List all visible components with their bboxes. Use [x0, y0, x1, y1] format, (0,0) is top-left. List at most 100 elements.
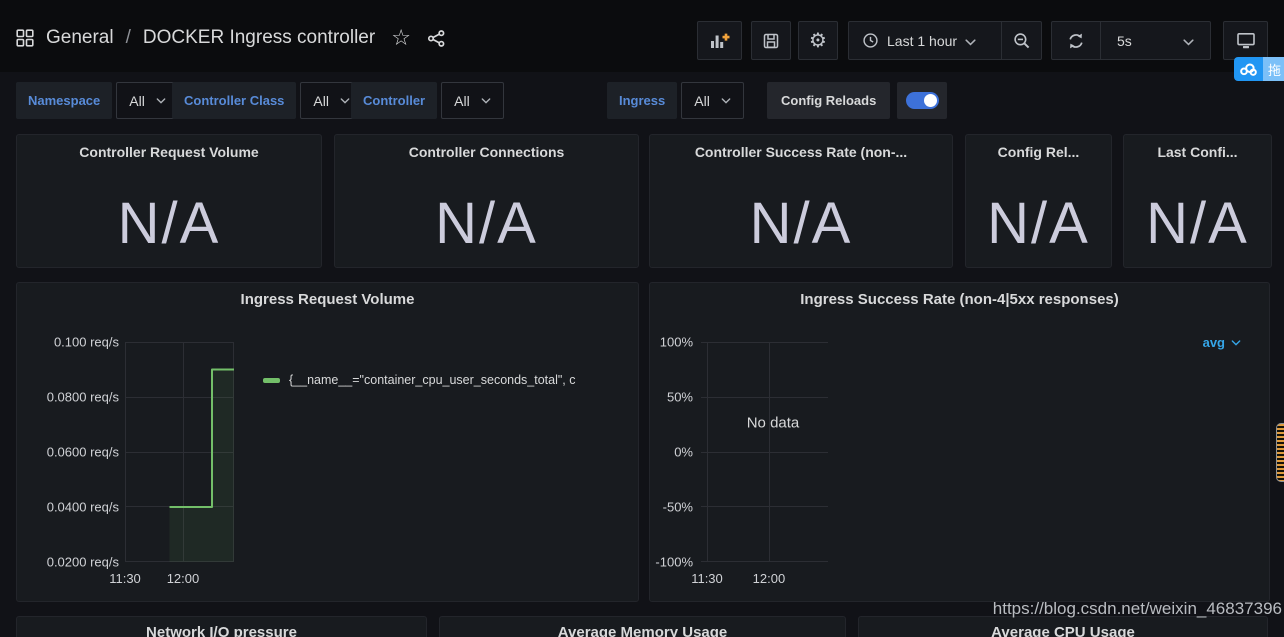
line-chart-canvas	[701, 342, 828, 562]
dashboard-settings-button[interactable]: ⚙	[798, 21, 838, 60]
badge-drag-label: 拖	[1263, 57, 1284, 81]
refresh-controls-group: 5s	[1051, 21, 1211, 60]
x-axis-tick: 11:30	[109, 571, 141, 586]
top-navigation-bar: General / DOCKER Ingress controller ☆	[0, 0, 1284, 72]
x-axis-tick: 12:00	[753, 571, 786, 586]
time-range-label: Last 1 hour	[887, 33, 957, 49]
share-icon	[427, 29, 446, 48]
dashboards-grid-icon[interactable]	[16, 29, 34, 47]
zoom-out-time-button[interactable]	[1001, 22, 1041, 59]
chevron-down-icon	[156, 98, 166, 104]
star-icon: ☆	[391, 27, 411, 49]
add-panel-icon	[709, 31, 730, 51]
no-data-message: No data	[747, 415, 800, 432]
legend-series-label[interactable]: {__name__="container_cpu_user_seconds_to…	[289, 373, 576, 387]
y-axis-tick: 0%	[650, 445, 693, 460]
netdisk-extension-badge[interactable]: 拖	[1234, 57, 1284, 81]
legend-calc-label: avg	[1203, 335, 1225, 350]
y-axis-tick: 0.0200 req/s	[17, 555, 119, 570]
refresh-interval-label: 5s	[1117, 33, 1132, 49]
panel-title[interactable]: Average CPU Usage	[859, 624, 1267, 637]
time-series-plot	[701, 342, 828, 562]
panel-title[interactable]: Last Confi...	[1124, 144, 1271, 160]
panel-title[interactable]: Ingress Success Rate (non-4|5xx response…	[650, 291, 1269, 308]
refresh-icon	[1067, 32, 1085, 50]
legend-item[interactable]: {__name__="container_cpu_user_seconds_to…	[263, 373, 634, 387]
panel-title[interactable]: Average Memory Usage	[440, 624, 845, 637]
chevron-down-icon	[721, 98, 731, 104]
variable-label-controller-class: Controller Class	[172, 82, 296, 119]
save-icon	[762, 32, 780, 50]
variable-dropdown-ingress[interactable]: All	[681, 82, 744, 119]
variable-value: All	[454, 93, 470, 109]
refresh-dashboard-button[interactable]	[1052, 22, 1100, 59]
chevron-down-icon	[1183, 33, 1194, 49]
y-axis-tick: -50%	[650, 500, 693, 515]
right-edge-striped-scrollbar[interactable]	[1276, 423, 1284, 482]
legend-series-marker	[263, 378, 280, 383]
config-reloads-toggle[interactable]	[906, 92, 939, 109]
variable-value: All	[313, 93, 329, 109]
x-axis-ticks: 11:30 12:00	[701, 569, 828, 587]
refresh-interval-dropdown[interactable]: 5s	[1100, 22, 1210, 59]
stat-panel-config-reloads: Config Rel... N/A	[965, 134, 1112, 268]
x-axis-tick: 11:30	[691, 571, 723, 586]
stat-value: N/A	[1124, 179, 1271, 267]
variable-value: All	[129, 93, 145, 109]
stat-value: N/A	[335, 179, 638, 267]
variable-controller-class: Controller Class All	[172, 82, 363, 119]
time-controls-group: Last 1 hour	[848, 21, 1042, 60]
time-series-plot	[125, 342, 234, 562]
zoom-out-icon	[1013, 32, 1031, 50]
breadcrumb-section[interactable]: General	[46, 27, 114, 49]
chart-panel-average-cpu-usage: Average CPU Usage	[858, 616, 1268, 637]
chart-panel-network-io-pressure: Network I/O pressure	[16, 616, 427, 637]
config-reloads-label: Config Reloads	[767, 82, 890, 119]
favorite-star-button[interactable]: ☆	[391, 27, 411, 49]
chart-panel-ingress-success-rate: Ingress Success Rate (non-4|5xx response…	[649, 282, 1270, 602]
breadcrumb-dashboard-title[interactable]: DOCKER Ingress controller	[143, 27, 375, 49]
chevron-down-icon	[340, 98, 350, 104]
panel-title[interactable]: Controller Success Rate (non-...	[650, 144, 952, 160]
config-reloads-toggle-box	[897, 82, 947, 119]
variable-ingress: Ingress All	[607, 82, 744, 119]
legend-calc-dropdown[interactable]: avg	[1203, 335, 1241, 350]
clock-icon	[862, 32, 879, 49]
chart-panel-ingress-request-volume: Ingress Request Volume 0.100 req/s 0.080…	[16, 282, 639, 602]
x-axis-tick: 12:00	[167, 571, 200, 586]
y-axis-tick: 0.0400 req/s	[17, 500, 119, 515]
stat-panel-controller-request-volume: Controller Request Volume N/A	[16, 134, 322, 268]
save-dashboard-button[interactable]	[751, 21, 791, 60]
chevron-down-icon	[481, 98, 491, 104]
variable-dropdown-namespace[interactable]: All	[116, 82, 179, 119]
stat-panel-controller-success-rate: Controller Success Rate (non-... N/A	[649, 134, 953, 268]
y-axis-tick: 0.100 req/s	[17, 335, 119, 350]
stat-value: N/A	[966, 179, 1111, 267]
panel-title[interactable]: Controller Connections	[335, 144, 638, 160]
variable-controller: Controller All	[351, 82, 504, 119]
variable-label-ingress: Ingress	[607, 82, 677, 119]
y-axis-tick: 0.0800 req/s	[17, 390, 119, 405]
add-panel-button[interactable]	[697, 21, 742, 60]
tv-mode-button[interactable]	[1223, 21, 1268, 60]
breadcrumb: General / DOCKER Ingress controller ☆	[16, 27, 446, 49]
monitor-icon	[1236, 31, 1256, 50]
panel-title[interactable]: Network I/O pressure	[17, 624, 426, 637]
y-axis-tick: 50%	[650, 390, 693, 405]
variable-value: All	[694, 93, 710, 109]
settings-gear-icon: ⚙	[809, 31, 827, 51]
breadcrumb-separator: /	[126, 27, 131, 49]
share-dashboard-button[interactable]	[427, 29, 446, 48]
time-range-picker[interactable]: Last 1 hour	[849, 22, 1001, 59]
panel-title[interactable]: Ingress Request Volume	[17, 291, 638, 308]
chart-panel-average-memory-usage: Average Memory Usage	[439, 616, 846, 637]
stat-panel-controller-connections: Controller Connections N/A	[334, 134, 639, 268]
variable-dropdown-controller[interactable]: All	[441, 82, 504, 119]
panel-title[interactable]: Controller Request Volume	[17, 144, 321, 160]
stat-value: N/A	[17, 179, 321, 267]
csdn-watermark: https://blog.csdn.net/weixin_46837396	[993, 599, 1282, 619]
x-axis-ticks: 11:30 12:00	[125, 569, 234, 587]
y-axis-tick: 0.0600 req/s	[17, 445, 119, 460]
cloud-icon	[1234, 57, 1263, 81]
panel-title[interactable]: Config Rel...	[966, 144, 1111, 160]
